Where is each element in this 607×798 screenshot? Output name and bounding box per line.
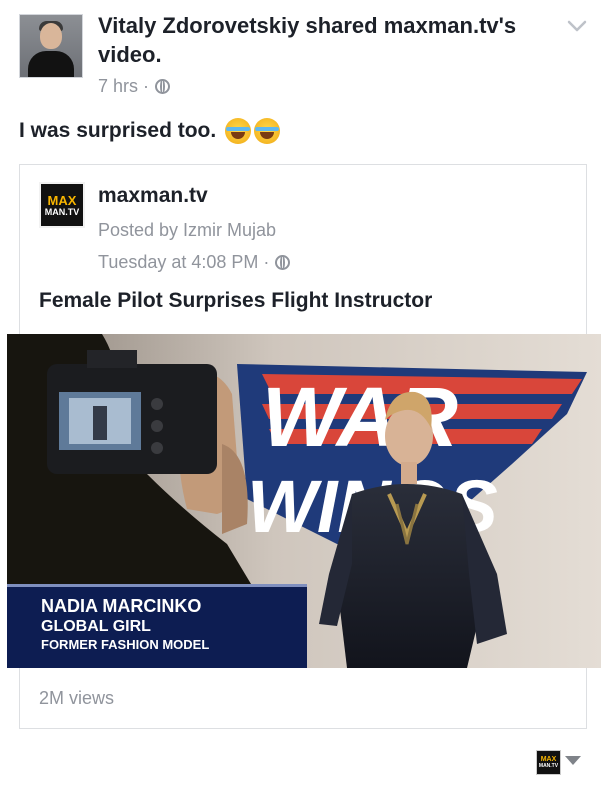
posted-by[interactable]: Posted by Izmir Mujab: [98, 220, 276, 241]
post-headline[interactable]: Vitaly Zdorovetskiy shared maxman.tv's v…: [98, 11, 538, 69]
chevron-down-icon[interactable]: [566, 15, 588, 37]
page-name[interactable]: maxman.tv: [98, 184, 208, 208]
lower-third-line2: GLOBAL GIRL: [41, 618, 151, 635]
tears-of-joy-emoji-icon: [225, 118, 252, 144]
author-avatar[interactable]: [19, 14, 83, 78]
shared-meta: Tuesday at 4:08 PM ·: [98, 252, 291, 273]
actor-selector-logo[interactable]: MAX MAN.TV: [536, 750, 561, 775]
page-logo-line2: MAN.TV: [44, 206, 80, 217]
status-text: I was surprised too.: [19, 119, 217, 142]
footer-logo-line1: MAX: [540, 756, 557, 763]
post-status: I was surprised too.: [19, 118, 281, 144]
camera: [47, 350, 217, 474]
lower-third: NADIA MARCINKO GLOBAL GIRL FORMER FASHIO…: [7, 584, 307, 668]
lower-third-name: NADIA MARCINKO: [41, 596, 201, 616]
page-logo[interactable]: MAX MAN.TV: [39, 182, 85, 228]
tears-of-joy-emoji-icon: [254, 118, 281, 144]
lower-third-line3: FORMER FASHION MODEL: [41, 637, 209, 652]
globe-icon: [155, 79, 171, 94]
globe-icon: [275, 255, 291, 270]
video-title[interactable]: Female Pilot Surprises Flight Instructor: [39, 289, 432, 313]
view-count: 2M views: [39, 688, 115, 708]
shared-timestamp[interactable]: Tuesday at 4:08 PM ·: [98, 252, 269, 273]
video-player[interactable]: WAR WINGS: [7, 334, 601, 668]
page-logo-line1: MAX: [47, 192, 77, 208]
post-timestamp[interactable]: 7 hrs ·: [98, 76, 149, 97]
caret-down-icon[interactable]: [565, 756, 581, 765]
post-meta: 7 hrs ·: [98, 76, 171, 97]
avatar-face: [40, 23, 62, 49]
avatar-shirt: [28, 51, 74, 77]
video-frame: WAR WINGS: [7, 334, 601, 668]
footer-logo-line2: MAN.TV: [538, 763, 559, 769]
